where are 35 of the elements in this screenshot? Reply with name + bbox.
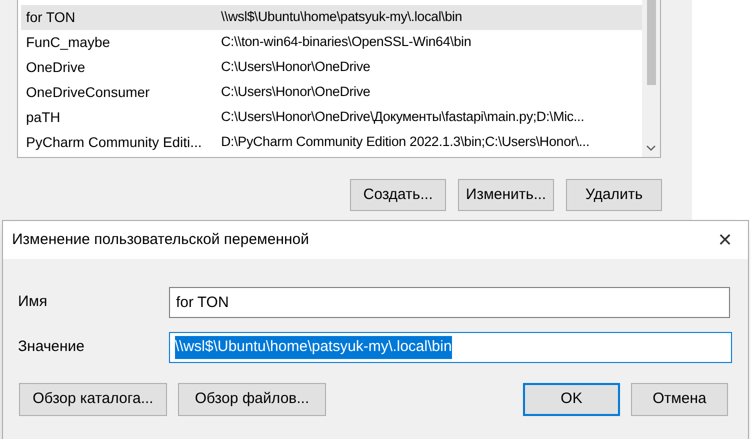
browse-folder-button[interactable]: Обзор каталога... [19,383,167,416]
close-button[interactable]: ✕ [702,221,748,259]
variable-value: C:\Users\Honor\OneDrive [221,83,370,102]
scrollbar-thumb[interactable] [646,0,656,85]
scroll-down-icon[interactable] [646,145,656,151]
edit-button[interactable]: Изменить... [458,179,554,211]
variable-name: paTH [26,108,62,127]
list-row[interactable]: paTH C:\Users\Honor\OneDrive\Документы\fastapi\main.py;D:\Mic... [21,105,642,130]
variable-value: C:\\ton-win64-binaries\OpenSSL-Win64\bin [221,33,472,52]
list-row[interactable]: OneDriveConsumer C:\Users\Honor\OneDrive [21,80,642,105]
list-row[interactable]: for TON \\wsl$\Ubuntu\home\patsyuk-my\.local\bin [21,5,642,30]
variable-name: PyCharm Community Editi... [26,133,203,152]
variables-list[interactable] [17,0,661,158]
list-row[interactable]: FunC_maybe C:\\ton-win64-binaries\OpenSSL-Win64\bin [21,30,642,55]
variable-value: C:\Users\Honor\OneDrive\Документы\fastapi\main.py;D:\Mic... [221,108,584,126]
list-row[interactable]: PyCharm Community Editi... D:\PyCharm Community Edition 2022.1.3\bin;C:\Users\Honor\... [21,130,642,155]
variable-name: OneDrive [26,58,86,77]
field-label: Значение [18,337,86,358]
list-row[interactable]: OneDrive C:\Users\Honor\OneDrive [21,55,642,80]
dialog-title: Изменение пользовательской переменной [12,230,310,250]
cancel-button[interactable]: Отмена [631,383,728,416]
variable-name: OneDriveConsumer [26,83,151,102]
field-label: Имя [18,292,48,312]
variable-value: D:\PyCharm Community Edition 2022.1.3\bin;C:\Users\Honor\... [221,133,590,152]
create-button[interactable]: Создать... [350,179,446,211]
value-field[interactable]: \\wsl$\Ubuntu\home\patsyuk-my\.local\bin [169,332,732,363]
scrollbar[interactable] [642,0,660,157]
variable-name: for TON [26,8,76,27]
ok-button[interactable]: OK [523,383,620,416]
name-field[interactable]: for TON [169,287,730,318]
variable-value: \\wsl$\Ubuntu\home\patsyuk-my\.local\bin [221,8,462,26]
variable-name: FunC_maybe [26,33,112,52]
variable-value: C:\Users\Honor\OneDrive [221,58,370,76]
delete-button[interactable]: Удалить [566,179,662,211]
browse-files-button[interactable]: Обзор файлов... [178,383,326,416]
